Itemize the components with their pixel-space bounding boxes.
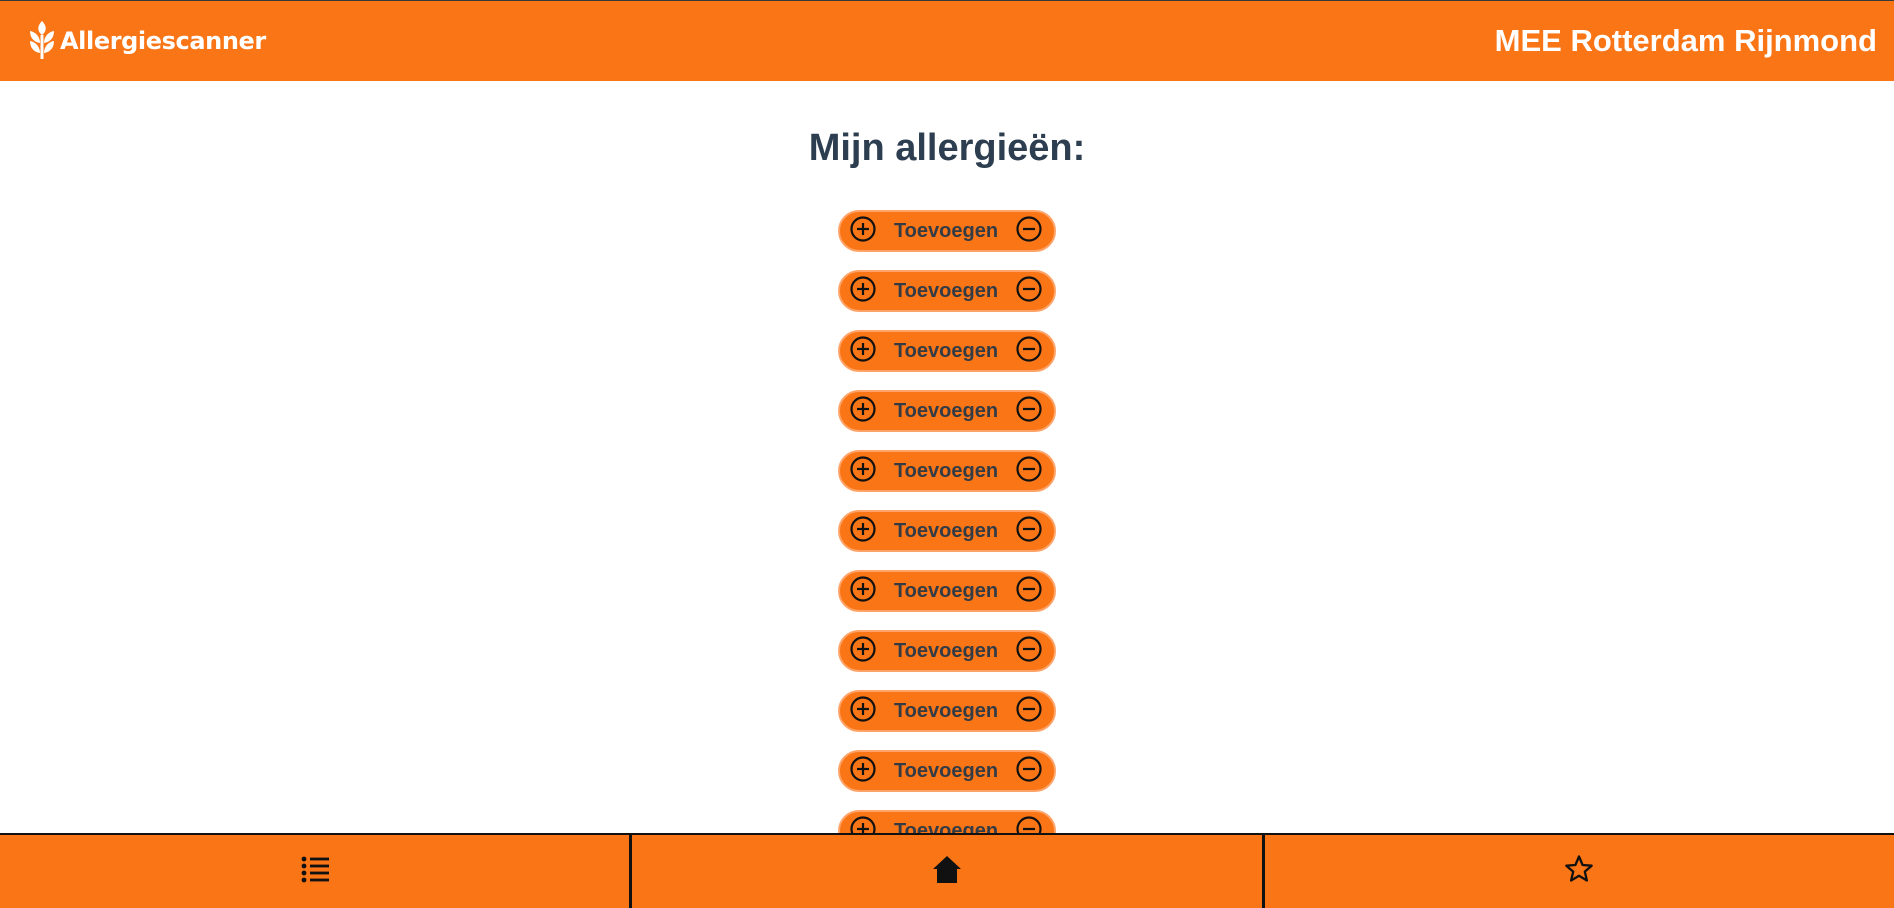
minus-circle-icon: [1015, 395, 1043, 428]
brand-logo[interactable]: Allergiescanner: [28, 20, 266, 62]
plus-circle-icon: [849, 395, 877, 428]
allergy-item: Toevoegen: [838, 510, 1056, 552]
plus-circle-icon: [849, 515, 877, 548]
allergy-item: Toevoegen: [838, 450, 1056, 492]
minus-circle-icon: [1015, 455, 1043, 488]
nav-list-button[interactable]: [0, 835, 629, 908]
plus-circle-icon: [849, 635, 877, 668]
allergy-item: Toevoegen: [838, 690, 1056, 732]
organization-title: MEE Rotterdam Rijnmond: [1494, 23, 1877, 58]
list-icon: [300, 854, 330, 889]
remove-allergy-button[interactable]: [1014, 455, 1044, 488]
add-allergy-button[interactable]: [848, 215, 878, 248]
star-icon: [1564, 854, 1594, 889]
allergy-item: Toevoegen: [838, 750, 1056, 792]
minus-circle-icon: [1015, 695, 1043, 728]
allergy-item: Toevoegen: [838, 210, 1056, 252]
nav-home-button[interactable]: [629, 835, 1261, 908]
minus-circle-icon: [1015, 575, 1043, 608]
brand-name: Allergiescanner: [60, 27, 266, 55]
allergy-item: Toevoegen: [838, 810, 1056, 833]
remove-allergy-button[interactable]: [1014, 215, 1044, 248]
allergy-item: Toevoegen: [838, 270, 1056, 312]
allergy-item-label: Toevoegen: [893, 819, 999, 834]
minus-circle-icon: [1015, 635, 1043, 668]
remove-allergy-button[interactable]: [1014, 695, 1044, 728]
allergy-item: Toevoegen: [838, 330, 1056, 372]
top-bar: Allergiescanner MEE Rotterdam Rijnmond: [0, 0, 1894, 81]
minus-circle-icon: [1015, 335, 1043, 368]
add-allergy-button[interactable]: [848, 755, 878, 788]
add-allergy-button[interactable]: [848, 515, 878, 548]
bottom-nav: [0, 833, 1894, 908]
allergy-item: Toevoegen: [838, 630, 1056, 672]
wheat-icon: [28, 18, 56, 65]
add-allergy-button[interactable]: [848, 815, 878, 833]
remove-allergy-button[interactable]: [1014, 335, 1044, 368]
allergy-item-label: Toevoegen: [893, 519, 999, 542]
allergy-item-label: Toevoegen: [893, 399, 999, 422]
page-title: Mijn allergieën:: [808, 127, 1086, 169]
main-content: Mijn allergieën: Toevoegen Toevoegen Toevo…: [0, 81, 1894, 833]
plus-circle-icon: [849, 755, 877, 788]
allergy-item-label: Toevoegen: [893, 459, 999, 482]
nav-favorites-button[interactable]: [1261, 835, 1894, 908]
allergy-item-label: Toevoegen: [893, 639, 999, 662]
allergy-item-label: Toevoegen: [893, 699, 999, 722]
allergy-list: Toevoegen Toevoegen Toevoegen Toevoegen Toev…: [838, 210, 1056, 833]
allergy-item-label: Toevoegen: [893, 579, 999, 602]
remove-allergy-button[interactable]: [1014, 815, 1044, 833]
remove-allergy-button[interactable]: [1014, 755, 1044, 788]
add-allergy-button[interactable]: [848, 335, 878, 368]
add-allergy-button[interactable]: [848, 575, 878, 608]
minus-circle-icon: [1015, 815, 1043, 833]
remove-allergy-button[interactable]: [1014, 635, 1044, 668]
add-allergy-button[interactable]: [848, 275, 878, 308]
minus-circle-icon: [1015, 515, 1043, 548]
plus-circle-icon: [849, 815, 877, 833]
minus-circle-icon: [1015, 755, 1043, 788]
home-icon: [932, 854, 962, 889]
add-allergy-button[interactable]: [848, 455, 878, 488]
plus-circle-icon: [849, 215, 877, 248]
remove-allergy-button[interactable]: [1014, 275, 1044, 308]
remove-allergy-button[interactable]: [1014, 395, 1044, 428]
plus-circle-icon: [849, 455, 877, 488]
allergy-item: Toevoegen: [838, 390, 1056, 432]
plus-circle-icon: [849, 575, 877, 608]
allergy-item-label: Toevoegen: [893, 759, 999, 782]
remove-allergy-button[interactable]: [1014, 575, 1044, 608]
minus-circle-icon: [1015, 215, 1043, 248]
plus-circle-icon: [849, 695, 877, 728]
plus-circle-icon: [849, 335, 877, 368]
minus-circle-icon: [1015, 275, 1043, 308]
allergy-item-label: Toevoegen: [893, 339, 999, 362]
add-allergy-button[interactable]: [848, 635, 878, 668]
allergy-item-label: Toevoegen: [893, 279, 999, 302]
add-allergy-button[interactable]: [848, 695, 878, 728]
add-allergy-button[interactable]: [848, 395, 878, 428]
remove-allergy-button[interactable]: [1014, 515, 1044, 548]
plus-circle-icon: [849, 275, 877, 308]
allergy-item: Toevoegen: [838, 570, 1056, 612]
allergy-item-label: Toevoegen: [893, 219, 999, 242]
